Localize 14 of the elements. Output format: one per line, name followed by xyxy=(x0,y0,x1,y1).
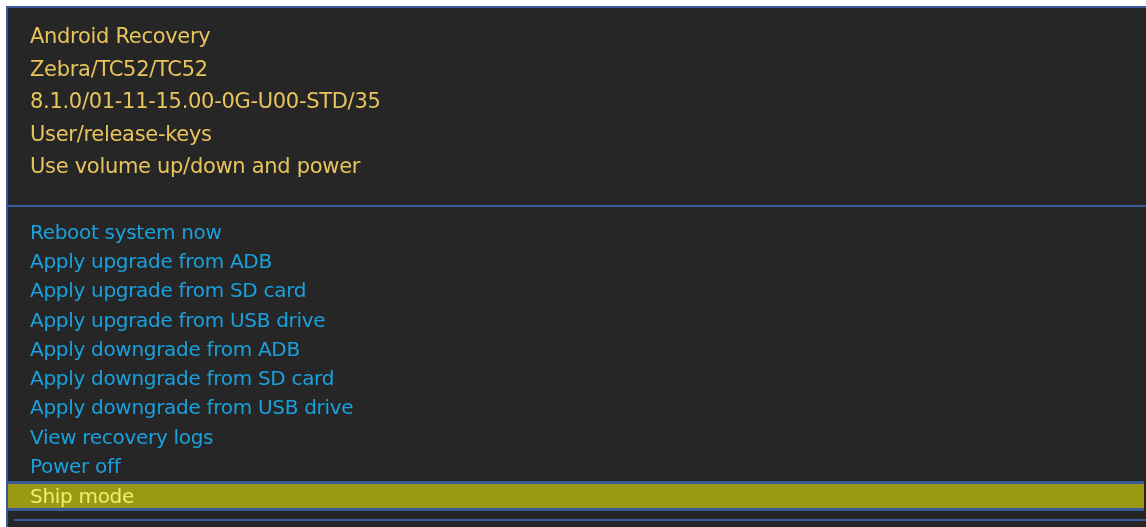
menu-item[interactable]: Apply upgrade from ADB xyxy=(8,246,1146,276)
menu-item[interactable]: Apply upgrade from SD card xyxy=(8,275,1146,305)
menu-item[interactable]: Apply downgrade from USB drive xyxy=(8,392,1146,423)
menu-item[interactable]: Reboot system now xyxy=(8,217,1146,247)
menu-item[interactable]: Apply downgrade from ADB xyxy=(8,334,1146,364)
menu-item[interactable]: View recovery logs xyxy=(8,422,1146,452)
menu-item[interactable]: Apply upgrade from USB drive xyxy=(8,304,1146,335)
menu-item[interactable]: Power off xyxy=(8,451,1146,481)
header-text: Android Recovery xyxy=(30,23,211,50)
header-text: 8.1.0/01-11-15.00-0G-U00-STD/35 xyxy=(30,88,381,115)
header-text: Zebra/TC52/TC52 xyxy=(30,55,208,83)
menu-item[interactable]: Apply downgrade from SD card xyxy=(8,363,1146,393)
header-text: Use volume up/down and power xyxy=(30,153,361,180)
header-text: User/release-keys xyxy=(30,120,212,148)
